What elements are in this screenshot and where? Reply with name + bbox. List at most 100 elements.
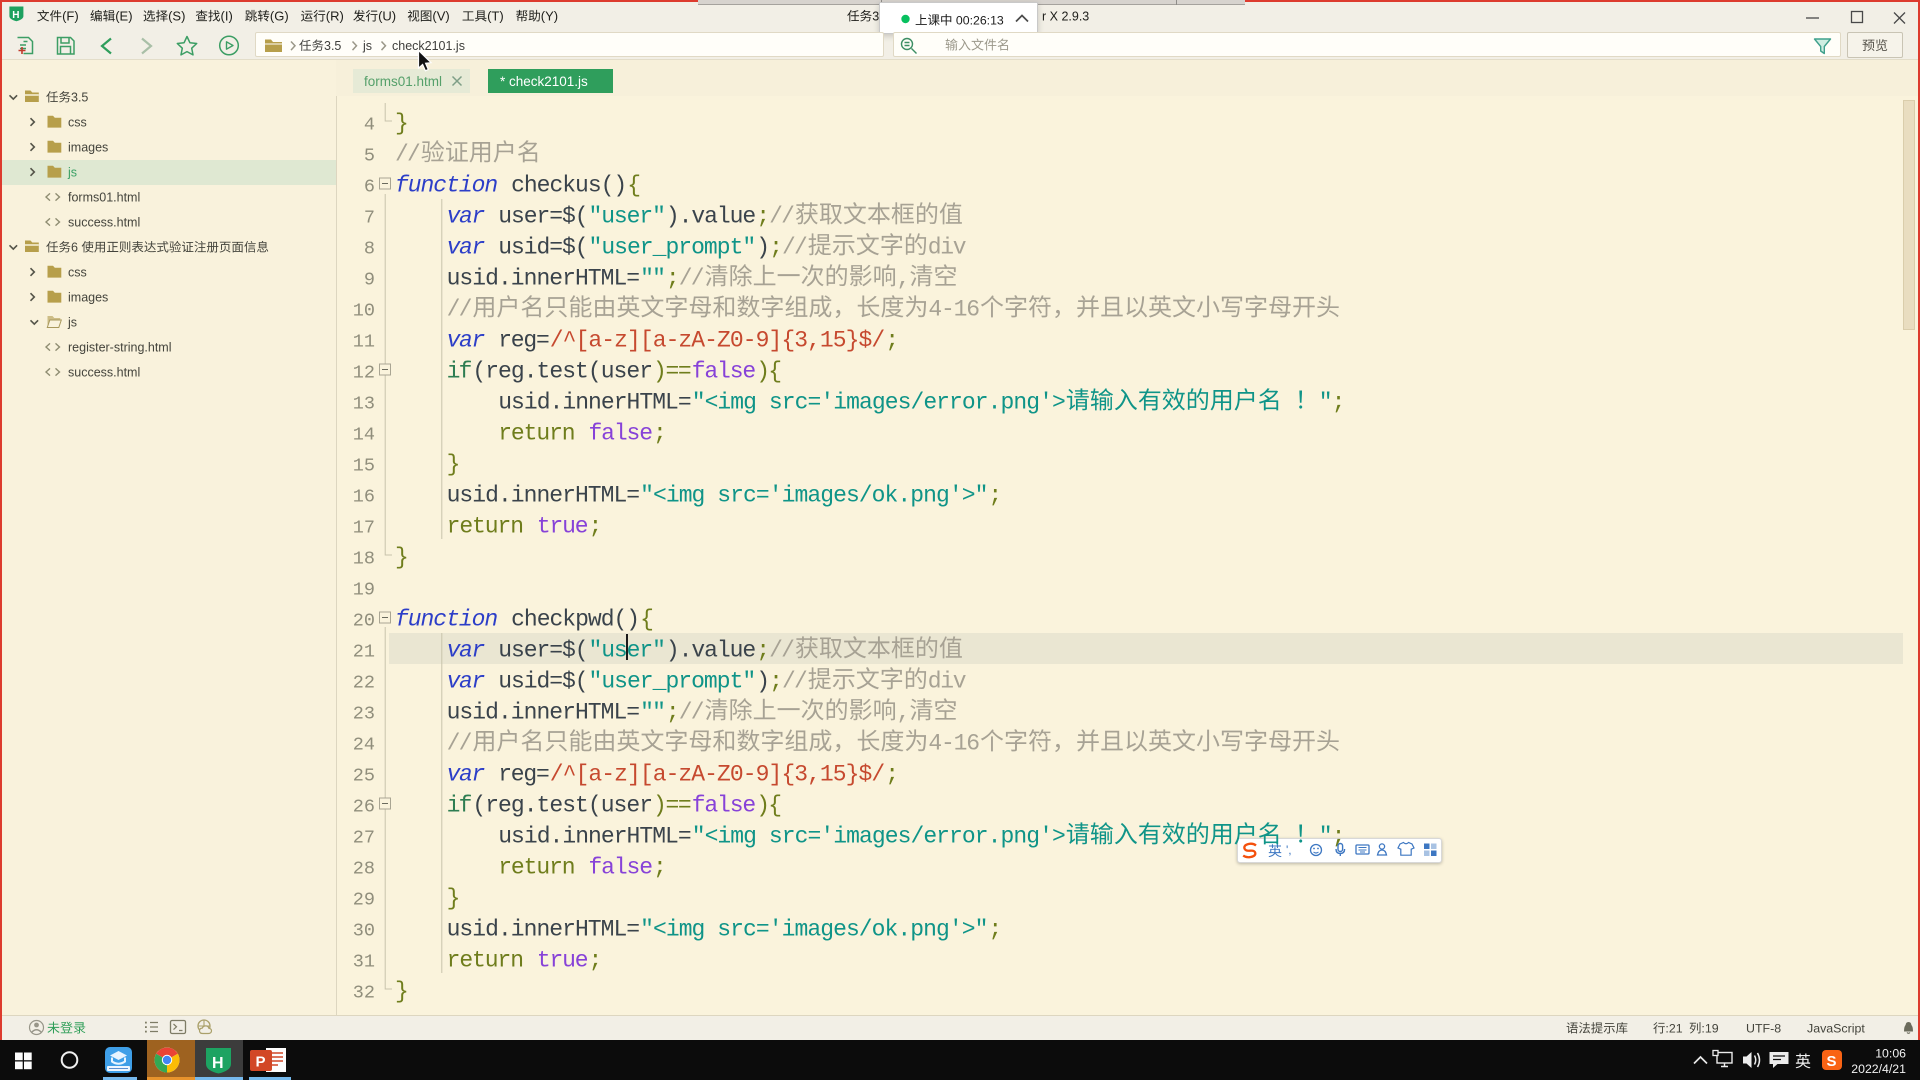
svg-text:div: div [928, 235, 967, 261]
svg-text:P: P [256, 1054, 266, 1071]
svg-text:"<img src='images/error.png'>: "<img src='images/error.png'> [692, 824, 1066, 850]
svg-text:images: images [68, 141, 108, 155]
svg-text:;: ; [988, 483, 1002, 509]
svg-text:": " [1319, 824, 1333, 850]
svg-text://: // [395, 142, 421, 168]
svg-text:;: ; [653, 421, 667, 447]
svg-text:register-string.html: register-string.html [68, 341, 172, 355]
svg-text:).value: ).value [666, 204, 756, 230]
svg-text:user=$(: user=$( [498, 638, 588, 664]
svg-text://: // [782, 669, 808, 695]
svg-text:reg=: reg= [498, 328, 550, 354]
svg-text:}: } [395, 545, 409, 571]
svg-text:return: return [498, 421, 575, 447]
svg-text:;: ; [885, 328, 899, 354]
svg-text:5: 5 [364, 146, 375, 167]
svg-text:;: ; [988, 917, 1002, 943]
svg-text:29: 29 [353, 890, 375, 911]
svg-text:"user_prompt": "user_prompt" [589, 235, 757, 261]
svg-text:;: ; [769, 235, 783, 261]
svg-text:function: function [395, 607, 498, 633]
svg-text:return: return [447, 514, 524, 540]
svg-text:28: 28 [353, 859, 375, 880]
svg-text:): ) [756, 235, 770, 261]
svg-text:checkpwd(): checkpwd() [511, 607, 640, 633]
svg-text:var: var [447, 638, 486, 664]
svg-text:10:06: 10:06 [1875, 1047, 1906, 1061]
svg-text:(V): (V) [432, 9, 449, 24]
svg-text:usid.innerHTML=: usid.innerHTML= [447, 483, 640, 509]
svg-text://: // [782, 235, 808, 261]
svg-text:var: var [447, 204, 486, 230]
svg-text:(S): (S) [168, 9, 185, 24]
svg-text://: // [679, 700, 705, 726]
svg-text::19: :19 [1701, 1022, 1718, 1036]
svg-text:;: ; [653, 855, 667, 881]
svg-text:32: 32 [353, 983, 375, 1004]
svg-text:checkus(): checkus() [511, 173, 627, 199]
svg-text:3: 3 [872, 10, 879, 24]
svg-text:3.5: 3.5 [71, 91, 88, 105]
svg-text:){: ){ [756, 793, 782, 819]
svg-text:,: , [897, 700, 911, 726]
svg-text:return: return [447, 948, 524, 974]
svg-text:false: false [692, 359, 757, 385]
svg-text:"<img src='images/ok.png'>": "<img src='images/ok.png'>" [640, 483, 988, 509]
svg-text:forms01.html: forms01.html [68, 191, 140, 205]
svg-text:24: 24 [353, 735, 375, 756]
svg-text:22: 22 [353, 673, 375, 694]
svg-text:": " [1319, 390, 1333, 416]
svg-text:usid.innerHTML=: usid.innerHTML= [447, 917, 640, 943]
svg-text:(G): (G) [270, 9, 289, 24]
svg-text:false: false [589, 855, 654, 881]
svg-text://: // [679, 266, 705, 292]
svg-text:11: 11 [353, 332, 375, 353]
svg-text:(I): (I) [221, 9, 233, 24]
svg-text:false: false [692, 793, 757, 819]
svg-text:){: ){ [756, 359, 782, 385]
svg-text:var: var [447, 669, 486, 695]
svg-text:usid.innerHTML=: usid.innerHTML= [447, 700, 640, 726]
svg-text:(Y): (Y) [541, 9, 558, 24]
svg-text:"<img src='images/ok.png'>": "<img src='images/ok.png'>" [640, 917, 988, 943]
svg-text:usid.innerHTML=: usid.innerHTML= [498, 390, 692, 416]
svg-text:usid.innerHTML=: usid.innerHTML= [447, 266, 640, 292]
svg-text:).value: ).value [666, 638, 756, 664]
svg-text:10: 10 [353, 301, 375, 322]
svg-text:success.html: success.html [68, 366, 140, 380]
svg-text:): ) [756, 669, 770, 695]
svg-text::21: :21 [1665, 1022, 1682, 1036]
svg-text:}: } [447, 886, 461, 912]
svg-text:;: ; [769, 669, 783, 695]
svg-text:var: var [447, 235, 486, 261]
svg-text:27: 27 [353, 828, 375, 849]
svg-text:true: true [537, 514, 589, 540]
svg-text:css: css [68, 266, 87, 280]
svg-text:"user": "user" [589, 638, 666, 664]
svg-text:js: js [67, 316, 77, 330]
svg-text:var: var [447, 762, 486, 788]
svg-text:"user_prompt": "user_prompt" [589, 669, 757, 695]
svg-text:6: 6 [71, 241, 78, 255]
svg-text:usid=$(: usid=$( [498, 669, 588, 695]
svg-text:15: 15 [353, 456, 375, 477]
svg-text:/^[a-z][a-zA-Z0-9]{3,15}$/: /^[a-z][a-zA-Z0-9]{3,15}$/ [550, 328, 885, 354]
svg-text:(R): (R) [326, 9, 344, 24]
svg-text://: // [769, 638, 795, 664]
svg-text:)==: )== [653, 359, 692, 385]
svg-text:S: S [1827, 1053, 1837, 1070]
svg-text:UTF-8: UTF-8 [1746, 1022, 1781, 1036]
svg-text:;: ; [756, 204, 770, 230]
svg-text:(reg.test(user: (reg.test(user [472, 793, 653, 819]
svg-text:reg=: reg= [498, 762, 550, 788]
svg-text:/^[a-z][a-zA-Z0-9]{3,15}$/: /^[a-z][a-zA-Z0-9]{3,15}$/ [550, 762, 885, 788]
svg-text:30: 30 [353, 921, 375, 942]
svg-text:00:26:13: 00:26:13 [956, 14, 1004, 28]
svg-text:return: return [498, 855, 575, 881]
svg-text:;: ; [666, 700, 680, 726]
svg-text:(reg.test(user: (reg.test(user [472, 359, 653, 385]
svg-text:;: ; [756, 638, 770, 664]
svg-text:css: css [68, 116, 87, 130]
svg-text:4-16: 4-16 [928, 731, 980, 757]
svg-text:,: , [897, 266, 911, 292]
